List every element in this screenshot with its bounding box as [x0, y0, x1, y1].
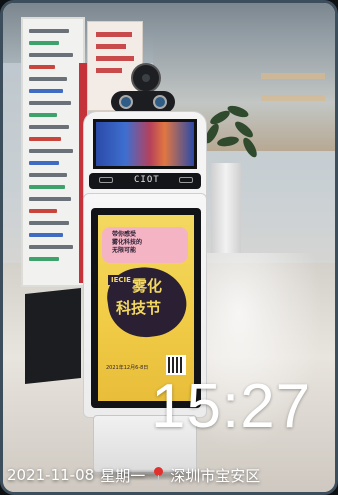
robot-camera-bar [111, 91, 175, 113]
camera-lens [119, 95, 133, 109]
robot-sensor-head [131, 63, 161, 93]
kiosk-brand: CIOT [134, 175, 160, 185]
shelf [261, 73, 325, 79]
date-text: 2021-11-08 [7, 466, 95, 484]
sensor-icon [99, 177, 113, 183]
ad-subtitle: 带你感受 雾化科技的 无限可能 [112, 231, 143, 254]
ad-tag: IECIE [108, 275, 134, 285]
location-text: 深圳市宝安区 [170, 466, 261, 485]
camera-lens [153, 95, 167, 109]
weekday-text: 星期一 [100, 466, 146, 485]
floor-sign [25, 288, 81, 384]
photo-frame: CIOT 带你感受 雾化科技的 无限可能 IECIE 雾化 科技节 2021年1… [0, 0, 338, 495]
time-watermark: 15:27 [151, 372, 312, 441]
potted-plant [199, 103, 260, 183]
ad-title-line1: 雾化 [132, 277, 163, 295]
ad-date: 2021年12月6-8日 [106, 365, 149, 371]
ad-title-line2: 科技节 [116, 299, 162, 317]
sensor-icon [179, 177, 193, 183]
date-location-watermark: 2021-11-08 星期一 深圳市宝安区 [7, 464, 335, 486]
sponsor-poster-board [21, 17, 85, 287]
shelf [261, 95, 325, 101]
map-pin-icon [153, 467, 164, 483]
thermal-display [93, 119, 197, 169]
